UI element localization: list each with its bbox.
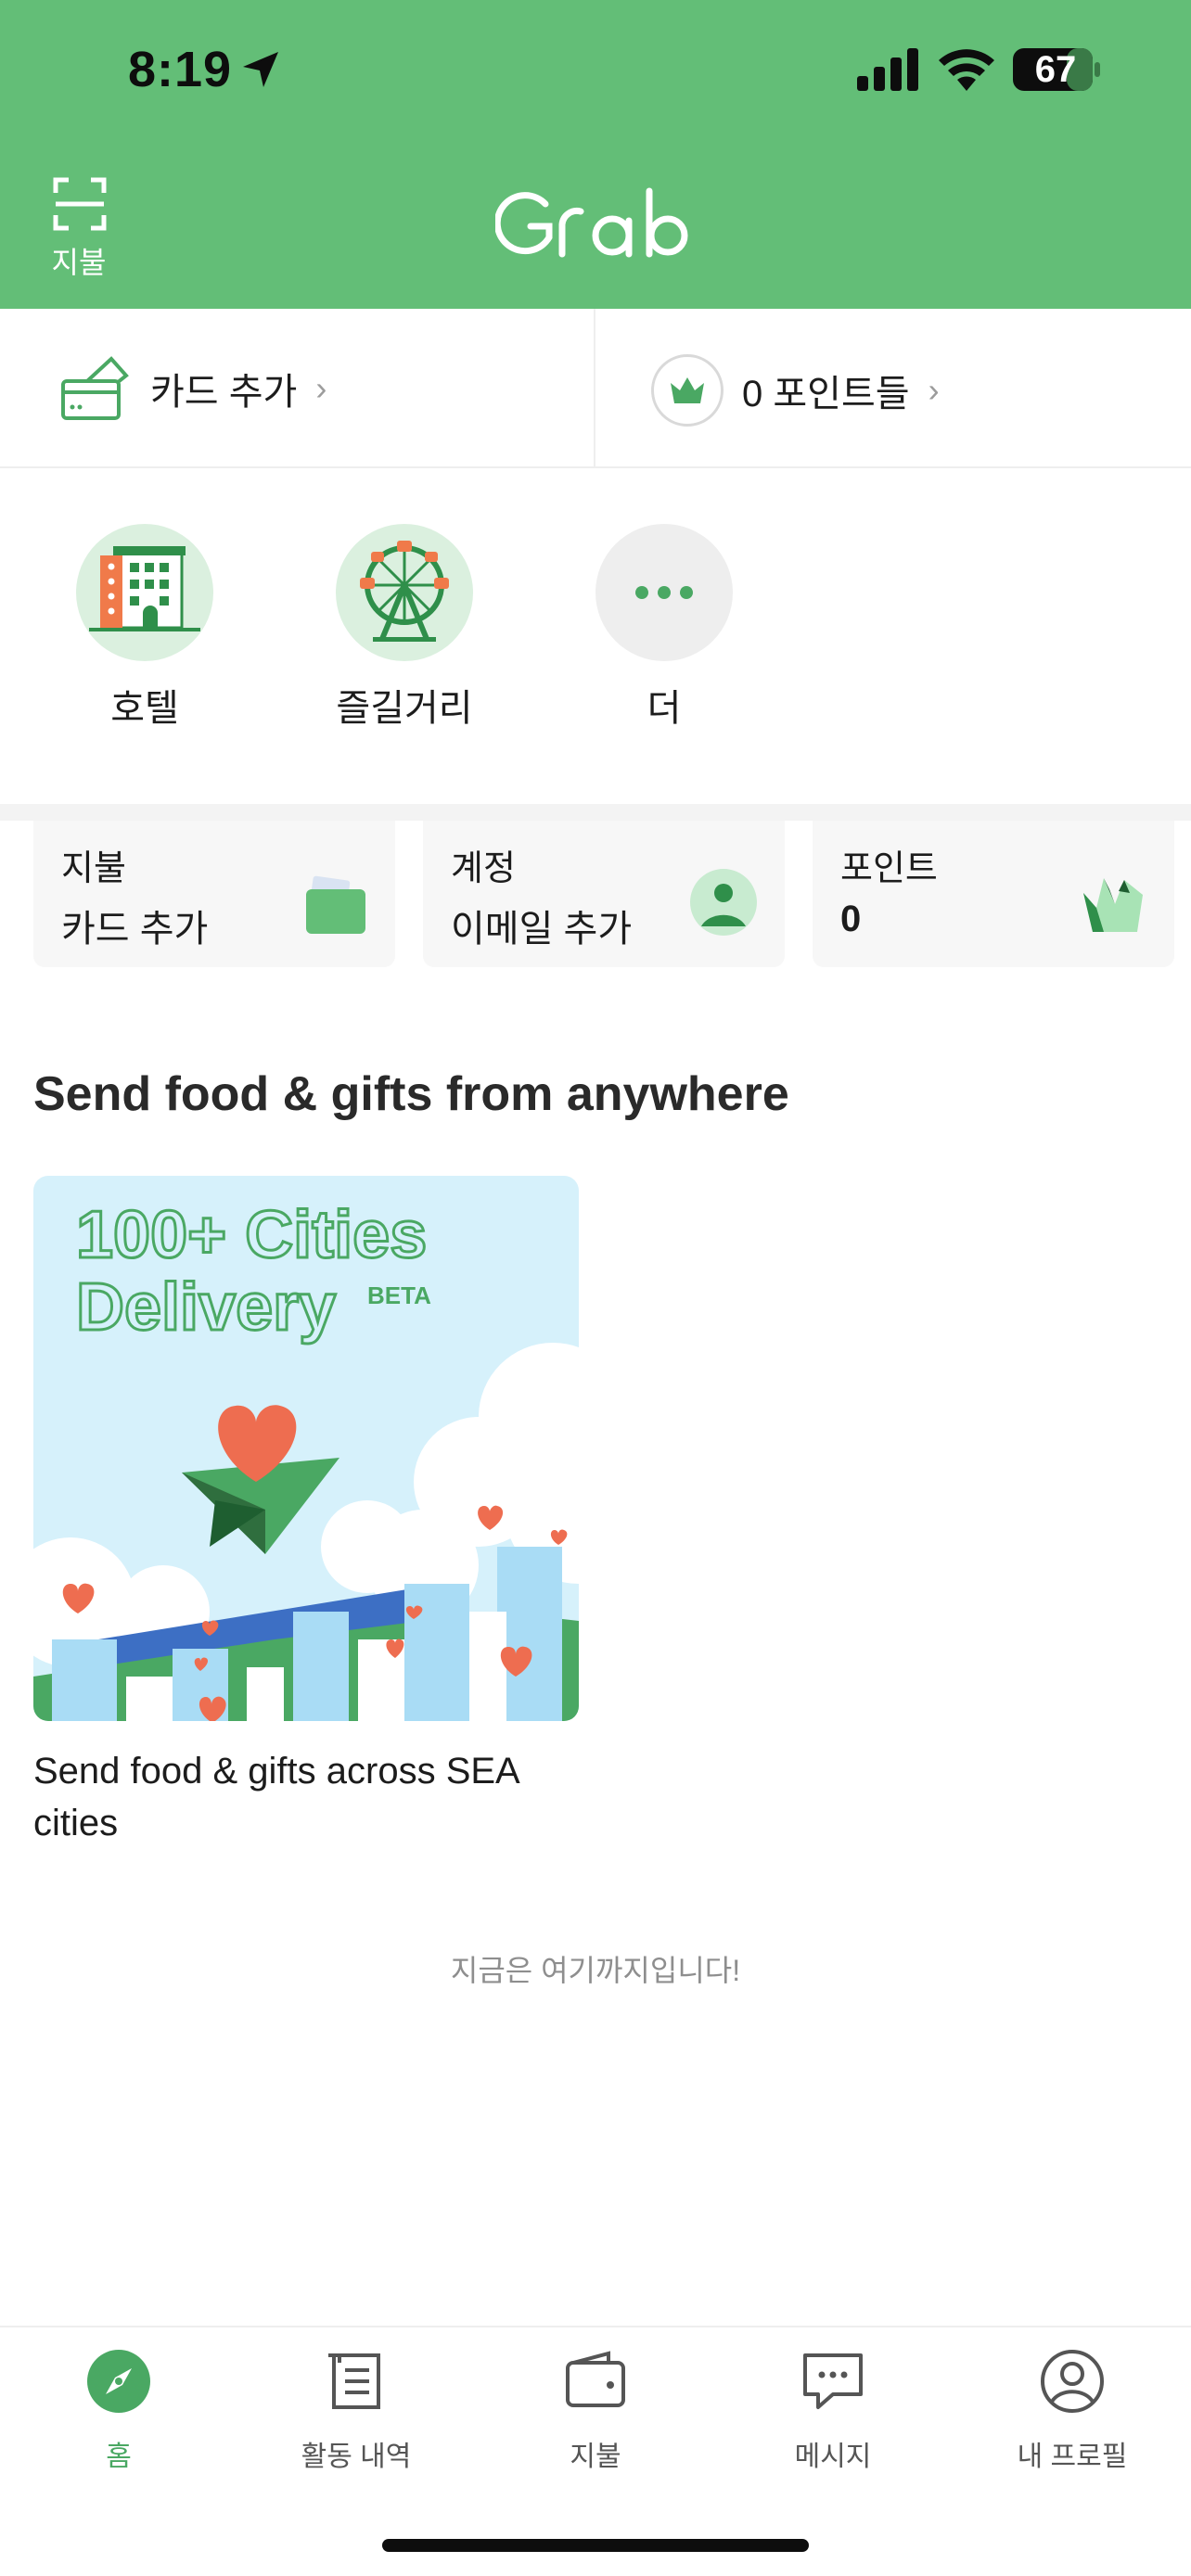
scan-pay-label: 지불 [51, 246, 107, 279]
crown-icon [1083, 878, 1143, 932]
compass-icon [87, 2350, 150, 2413]
hotel-icon [76, 524, 213, 661]
wallet-card-icon [306, 875, 365, 934]
points-tile[interactable]: 포인트 0 [813, 821, 1174, 967]
points-tile-value: 0 [840, 899, 862, 939]
wifi-icon [939, 49, 994, 91]
promo-caption: Send food & gifts across SEA cities [33, 1751, 519, 1843]
battery-level: 67 [1034, 49, 1077, 90]
nav-profile[interactable]: 내 프로필 [970, 2348, 1174, 2487]
points-tile-title: 포인트 [840, 849, 938, 888]
profile-icon [1041, 2350, 1104, 2413]
scan-pay-button[interactable]: 지불 [37, 176, 121, 287]
add-card-button[interactable]: 카드 추가 › [59, 355, 327, 422]
scan-icon [53, 177, 107, 231]
status-time: 8:19 [128, 42, 233, 97]
location-arrow-icon [243, 52, 278, 87]
points-label: 0 포인트들 [742, 374, 910, 414]
card-icon [61, 356, 129, 420]
app-header: 8:19 67 지불 [0, 0, 1191, 309]
quick-actions-row: 카드 추가 › 0 포인트들 › [0, 309, 1191, 468]
chevron-right-icon: › [315, 369, 327, 407]
promo-illustration: 100+ Cities Delivery BETA [33, 1176, 579, 1721]
promo-line-1: 100+ Cities [76, 1198, 427, 1272]
promo-badge: BETA [367, 1282, 431, 1309]
nav-activity-label: 활동 내역 [301, 2442, 412, 2472]
payment-tile-title: 지불 [61, 849, 126, 888]
home-indicator [382, 2539, 809, 2552]
payment-tile[interactable]: 지불 카드 추가 [33, 821, 395, 967]
account-tile-value: 이메일 추가 [451, 909, 633, 950]
service-activities[interactable]: 즐길거리 [321, 524, 488, 746]
service-hotel[interactable]: 호텔 [61, 524, 228, 746]
receipt-icon [328, 2353, 380, 2409]
account-tile-title: 계정 [451, 849, 516, 888]
nav-home[interactable]: 홈 [17, 2348, 221, 2487]
points-button[interactable]: 0 포인트들 › [651, 353, 940, 427]
end-of-feed-text: 지금은 여기까지입니다! [450, 1954, 741, 1987]
services-grid: 호텔 즐길거리 더 [0, 470, 1191, 804]
wallet-icon [566, 2351, 625, 2407]
chevron-right-icon: › [928, 371, 940, 409]
nav-payment-label: 지불 [570, 2442, 621, 2472]
chat-icon [803, 2353, 863, 2409]
nav-profile-label: 내 프로필 [1017, 2442, 1128, 2472]
service-activities-label: 즐길거리 [336, 688, 473, 729]
nav-payment[interactable]: 지불 [493, 2348, 698, 2487]
nav-messages[interactable]: 메시지 [731, 2348, 935, 2487]
add-card-label: 카드 추가 [150, 372, 298, 413]
ferris-wheel-icon [336, 524, 473, 661]
crown-icon [671, 377, 704, 403]
section-separator [0, 804, 1191, 821]
avatar-icon [690, 869, 757, 936]
divider [594, 309, 596, 468]
promo-line-2: Delivery [76, 1270, 336, 1345]
account-tile[interactable]: 계정 이메일 추가 [423, 821, 785, 967]
promo-card[interactable]: 100+ Cities Delivery BETA [33, 1176, 579, 1721]
crown-badge [651, 354, 724, 427]
payment-tile-value: 카드 추가 [61, 909, 209, 950]
service-hotel-label: 호텔 [110, 688, 179, 729]
grab-logo [495, 187, 688, 258]
cellular-signal-icon [857, 48, 918, 91]
section-title: Send food & gifts from anywhere [33, 1067, 789, 1121]
more-icon [596, 524, 733, 661]
nav-messages-label: 메시지 [794, 2442, 872, 2472]
nav-home-label: 홈 [106, 2442, 132, 2472]
nav-activity[interactable]: 활동 내역 [254, 2348, 458, 2487]
service-more-label: 더 [647, 688, 682, 729]
service-more[interactable]: 더 [581, 524, 748, 746]
